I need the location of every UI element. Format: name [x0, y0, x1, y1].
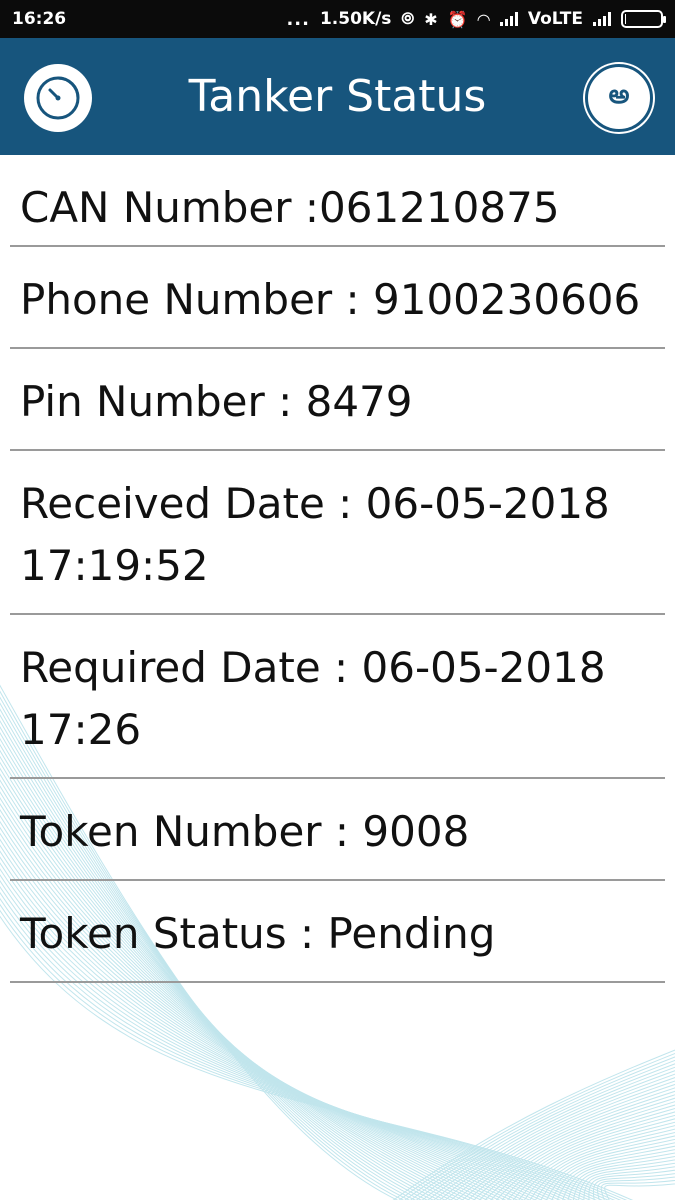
status-time: 16:26: [12, 9, 67, 29]
language-button[interactable]: అ: [585, 64, 653, 132]
required-date-row: Required Date : 06-05-2018 17:26: [10, 615, 665, 779]
token-number-row: Token Number : 9008: [10, 779, 665, 881]
can-number-text: CAN Number :061210875: [20, 183, 560, 232]
wifi-icon: ◠: [477, 9, 490, 29]
received-date-text: Received Date : 06-05-2018: [20, 479, 610, 528]
token-status-row: Token Status : Pending: [10, 881, 665, 983]
token-status-text: Token Status : Pending: [20, 909, 496, 958]
received-time-text: 17:19:52: [20, 541, 209, 590]
volte-label: VoLTE: [527, 9, 583, 29]
page-title: Tanker Status: [188, 71, 487, 122]
required-time-text: 17:26: [20, 705, 142, 754]
pin-number-row: Pin Number : 8479: [10, 349, 665, 451]
network-speed: 1.50K/s: [319, 9, 392, 29]
tanker-details-list: CAN Number :061210875 Phone Number : 910…: [10, 155, 665, 983]
status-bar: 16:26 ... 1.50K/s ⦾ ✱ ⏰ ◠ VoLTE: [0, 0, 675, 38]
battery-icon: [621, 10, 666, 28]
received-date-row: Received Date : 06-05-2018 17:19:52: [10, 451, 665, 615]
app-bar: Tanker Status అ: [0, 38, 675, 155]
token-number-text: Token Number : 9008: [20, 807, 470, 856]
bluetooth-icon: ✱: [424, 9, 438, 29]
stopwatch-icon: [36, 76, 80, 120]
signal-icon-2: [593, 12, 611, 26]
signal-icon: [499, 12, 518, 26]
alarm-icon: ⏰: [447, 9, 468, 29]
stopwatch-button[interactable]: [24, 64, 92, 132]
phone-number-row: Phone Number : 9100230606: [10, 247, 665, 349]
required-date-text: Required Date : 06-05-2018: [20, 643, 606, 692]
pin-number-text: Pin Number : 8479: [20, 377, 413, 426]
telugu-language-icon: అ: [608, 80, 630, 110]
hotspot-icon: ⦾: [401, 9, 415, 28]
phone-number-text: Phone Number : 9100230606: [20, 275, 641, 324]
can-number-row: CAN Number :061210875: [10, 155, 665, 247]
notification-dots: ...: [286, 8, 310, 30]
